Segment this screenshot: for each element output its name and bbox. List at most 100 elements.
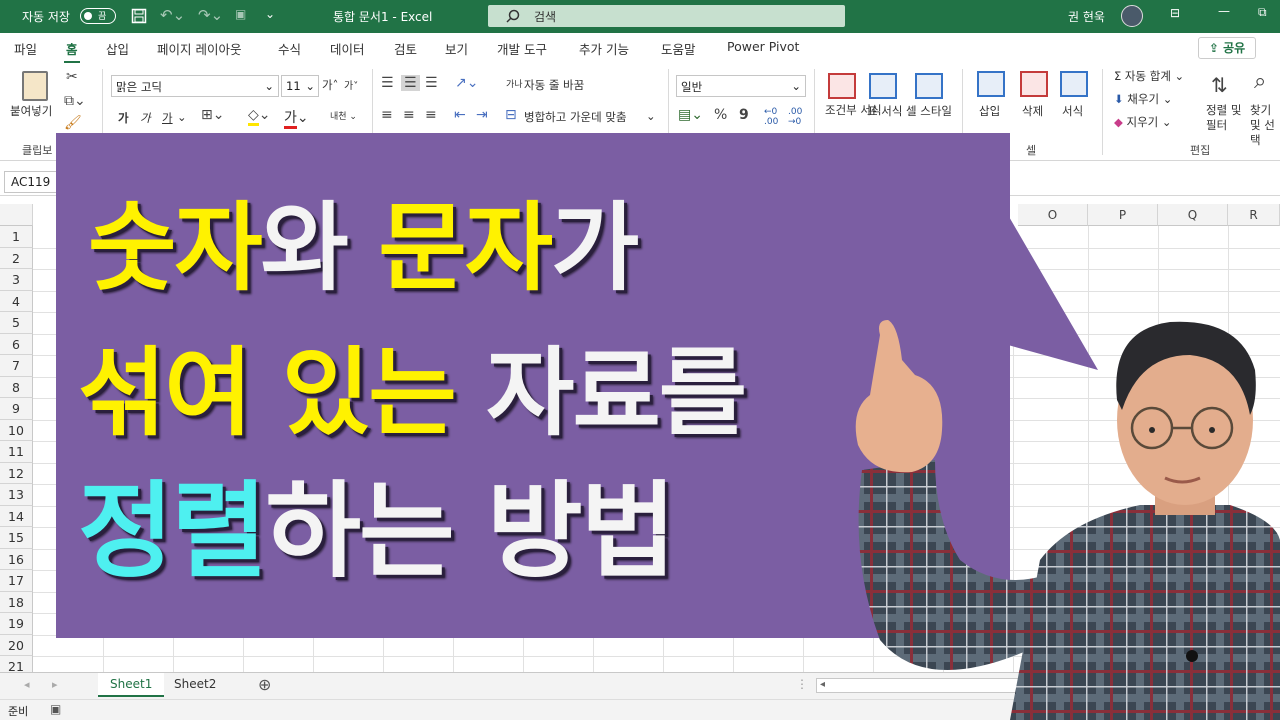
tab-insert[interactable]: 삽입	[106, 39, 129, 58]
font-color-icon[interactable]: 가⌄	[284, 107, 309, 129]
decrease-decimal-icon[interactable]: .00 →0	[788, 107, 802, 127]
macro-record-icon[interactable]: ▣	[50, 702, 61, 716]
find-select-icon[interactable]: ⌕	[1254, 69, 1266, 94]
paste-icon[interactable]	[22, 71, 48, 101]
phonetic-button[interactable]: 내천 ⌄	[330, 109, 357, 122]
align-top-icon[interactable]: ☰	[381, 75, 394, 91]
ribbon-display-icon[interactable]: ⊟	[1170, 6, 1180, 20]
tab-review[interactable]: 검토	[394, 39, 417, 58]
delete-cells-button[interactable]: 삭제	[1022, 103, 1043, 119]
insert-cells-icon[interactable]	[977, 71, 1005, 97]
user-name[interactable]: 권 현욱	[1068, 8, 1105, 25]
percent-button[interactable]: %	[714, 107, 727, 123]
decrease-indent-icon[interactable]: ⇤	[454, 107, 466, 123]
font-size-combo[interactable]: 11 ⌄	[281, 75, 319, 97]
orientation-icon[interactable]: ↗⌄	[455, 75, 478, 91]
row-header-11[interactable]: 11	[0, 441, 33, 463]
sheet-tab-sheet2[interactable]: Sheet2	[162, 673, 228, 697]
customize-qat-icon[interactable]: ⌄	[265, 7, 275, 21]
borders-icon[interactable]: ⊞⌄	[201, 107, 224, 123]
italic-button[interactable]: 가	[140, 110, 151, 126]
align-bottom-icon[interactable]: ☰	[425, 75, 438, 91]
share-button[interactable]: ⇪ 공유	[1198, 37, 1256, 59]
restore-icon[interactable]: ⧉	[1258, 5, 1267, 20]
paste-label[interactable]: 붙여넣기	[10, 103, 52, 119]
sheet-tab-sheet1[interactable]: Sheet1	[98, 673, 165, 697]
row-header-9[interactable]: 9	[0, 398, 33, 420]
grow-font-button[interactable]: 가˄	[322, 77, 338, 93]
row-header-2[interactable]: 2	[0, 247, 33, 269]
tab-power-pivot[interactable]: Power Pivot	[727, 39, 799, 54]
underline-dropdown-icon[interactable]: ⌄	[177, 110, 187, 124]
select-all-corner[interactable]	[0, 204, 33, 226]
name-box[interactable]: AC119	[4, 171, 62, 193]
tab-developer[interactable]: 개발 도구	[497, 39, 547, 58]
sort-filter-button[interactable]: 정렬 및 필터	[1206, 103, 1246, 133]
column-header-p[interactable]: P	[1088, 204, 1158, 226]
tab-splitter-icon[interactable]: ⋮	[796, 677, 808, 691]
row-header-1[interactable]: 1	[0, 226, 33, 248]
horizontal-scrollbar[interactable]: ◂	[816, 678, 1036, 693]
format-cells-icon[interactable]	[1060, 71, 1088, 97]
find-select-button[interactable]: 찾기 및 선택	[1250, 103, 1280, 148]
row-header-10[interactable]: 10	[0, 419, 33, 441]
row-header-6[interactable]: 6	[0, 333, 33, 355]
autosave-toggle[interactable]: 끔	[80, 8, 116, 24]
cell-styles-icon[interactable]	[915, 73, 943, 99]
format-as-table-icon[interactable]	[869, 73, 897, 99]
comma-button[interactable]: 9	[739, 107, 749, 123]
wrap-text-button[interactable]: 자동 줄 바꿈	[524, 77, 584, 93]
font-name-combo[interactable]: 맑은 고딕 ⌄	[111, 75, 279, 97]
tab-help[interactable]: 도움말	[661, 39, 696, 58]
increase-decimal-icon[interactable]: ←0.00	[764, 107, 778, 127]
row-header-5[interactable]: 5	[0, 312, 33, 334]
row-header-17[interactable]: 17	[0, 570, 33, 592]
tab-view[interactable]: 보기	[445, 39, 468, 58]
shrink-font-button[interactable]: 가˅	[344, 77, 358, 92]
next-sheet-icon[interactable]: ▸	[52, 678, 58, 691]
save-icon[interactable]	[131, 8, 147, 24]
prev-sheet-icon[interactable]: ◂	[24, 678, 30, 691]
row-header-7[interactable]: 7	[0, 355, 33, 377]
row-header-13[interactable]: 13	[0, 484, 33, 506]
copy-icon[interactable]: ⧉⌄	[64, 93, 86, 109]
insert-cells-button[interactable]: 삽입	[979, 103, 1000, 119]
row-header-12[interactable]: 12	[0, 462, 33, 484]
row-header-16[interactable]: 16	[0, 548, 33, 570]
row-header-8[interactable]: 8	[0, 376, 33, 398]
tab-data[interactable]: 데이터	[330, 39, 365, 58]
number-format-combo[interactable]: 일반 ⌄	[676, 75, 806, 97]
cell-styles-button[interactable]: 셀 스타일	[906, 103, 952, 119]
tab-formulas[interactable]: 수식	[278, 39, 301, 58]
merge-dropdown-icon[interactable]: ⌄	[646, 109, 656, 123]
clear-button[interactable]: ◆ 지우기 ⌄	[1114, 114, 1172, 130]
user-avatar[interactable]	[1121, 5, 1143, 27]
align-middle-icon[interactable]: ☰	[401, 75, 420, 91]
undo-icon[interactable]: ↶⌄	[160, 6, 185, 24]
column-header-o[interactable]: O	[1018, 204, 1088, 226]
new-sheet-icon[interactable]: ⊕	[258, 675, 271, 694]
search-box[interactable]: 검색	[488, 5, 845, 27]
fill-color-icon[interactable]: ◇⌄	[248, 107, 271, 126]
conditional-formatting-icon[interactable]	[828, 73, 856, 99]
format-as-table-button[interactable]: 표 서식	[867, 103, 902, 119]
tab-file[interactable]: 파일	[14, 39, 37, 58]
accounting-format-icon[interactable]: ▤⌄	[678, 107, 703, 123]
delete-cells-icon[interactable]	[1020, 71, 1048, 97]
tab-addins[interactable]: 추가 기능	[579, 39, 629, 58]
row-header-14[interactable]: 14	[0, 505, 33, 527]
cut-icon[interactable]: ✂	[66, 69, 78, 85]
align-right-icon[interactable]: ≡	[425, 107, 437, 123]
row-header-4[interactable]: 4	[0, 290, 33, 312]
row-header-3[interactable]: 3	[0, 269, 33, 291]
tab-home[interactable]: 홈	[64, 39, 79, 64]
column-header-q[interactable]: Q	[1158, 204, 1228, 226]
row-header-18[interactable]: 18	[0, 591, 33, 613]
merge-center-button[interactable]: 병합하고 가운데 맞춤	[524, 109, 627, 125]
minimize-icon[interactable]: —	[1218, 4, 1230, 18]
row-header-19[interactable]: 19	[0, 613, 33, 635]
autosum-button[interactable]: Σ 자동 합계 ⌄	[1114, 68, 1184, 84]
format-painter-icon[interactable]: 🖌	[64, 115, 82, 131]
column-header-r[interactable]: R	[1228, 204, 1280, 226]
bold-button[interactable]: 가	[118, 110, 129, 126]
